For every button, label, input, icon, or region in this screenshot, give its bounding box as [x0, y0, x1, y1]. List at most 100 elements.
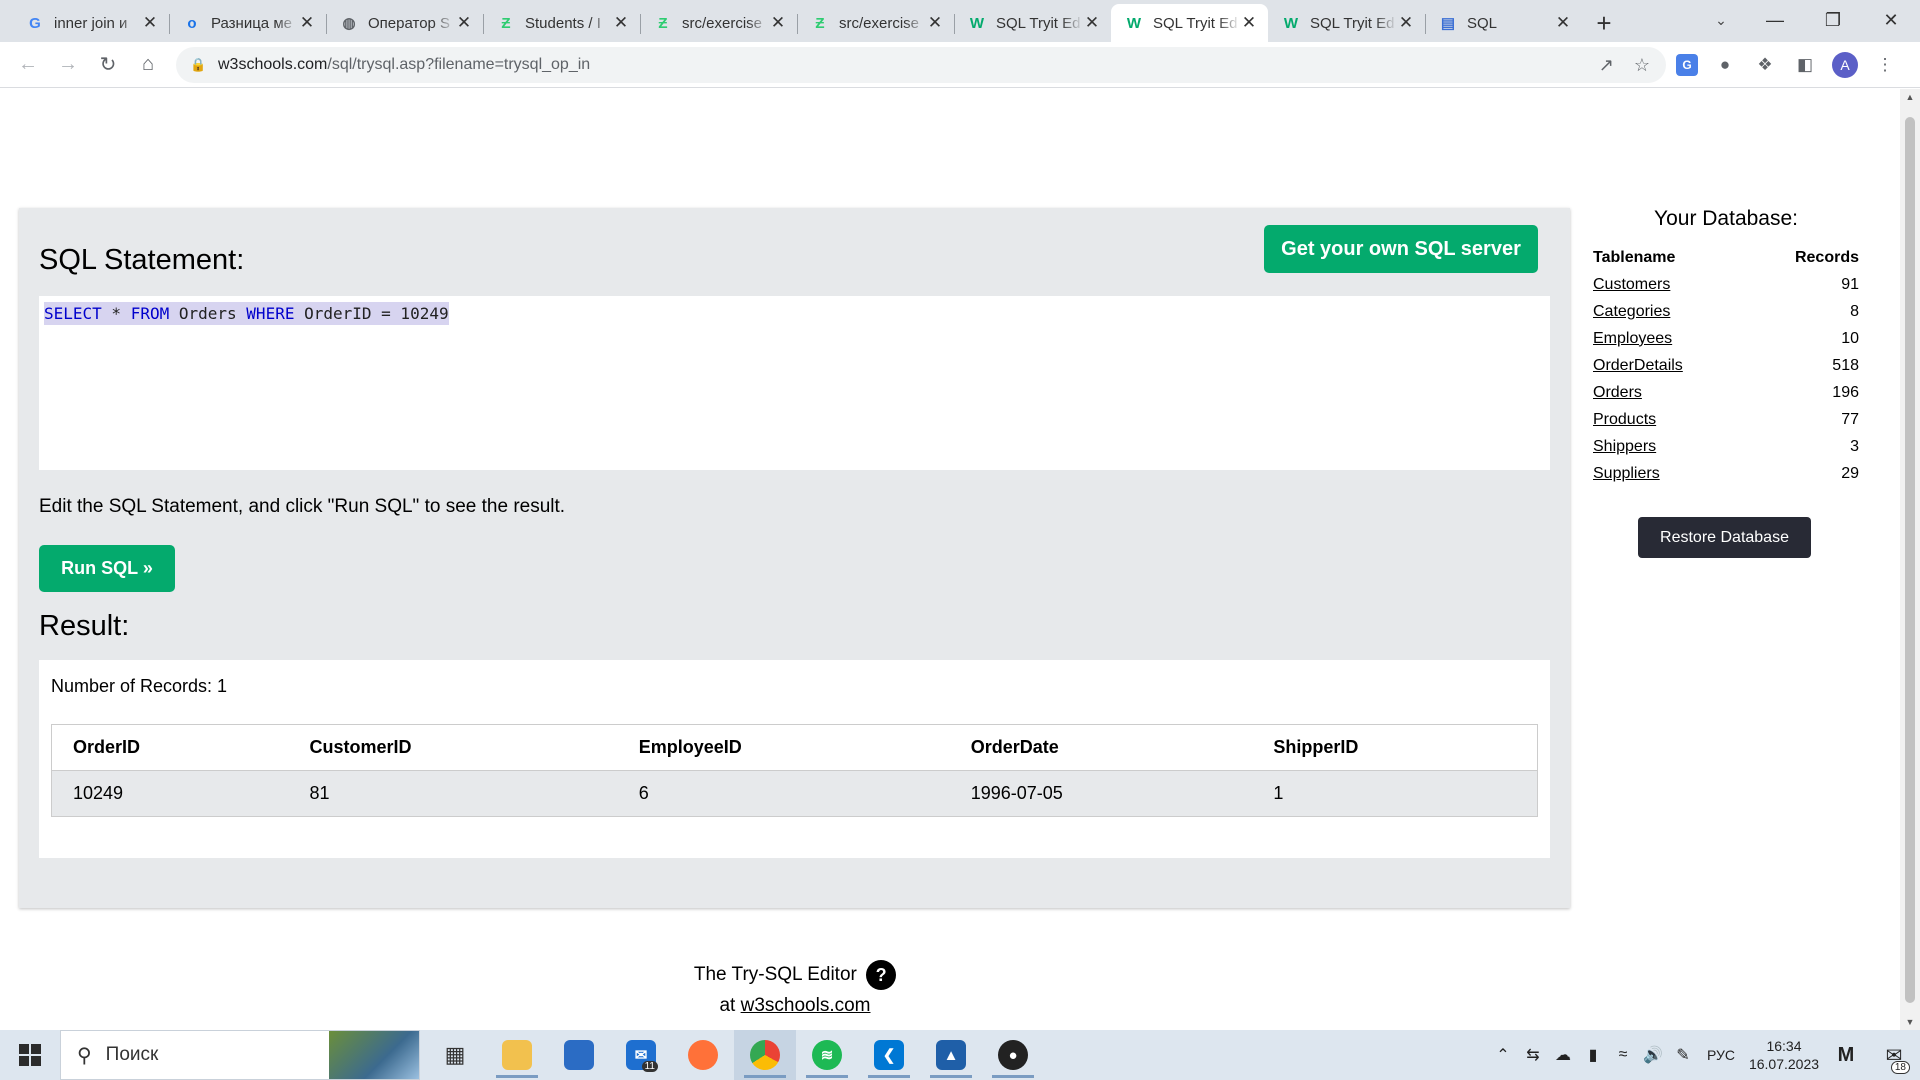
battery-icon[interactable]: ▮ — [1578, 1045, 1608, 1065]
sql-code-editor[interactable]: SELECT * FROM Orders WHERE OrderID = 102… — [39, 296, 1550, 470]
url-path: /sql/trysql.asp?filename=trysql_op_in — [327, 56, 591, 73]
tab-close-icon[interactable]: ✕ — [1240, 13, 1258, 33]
address-bar[interactable]: 🔒 w3schools.com/sql/trysql.asp?filename=… — [176, 47, 1666, 83]
tab-close-icon[interactable]: ✕ — [1083, 13, 1101, 33]
browser-tab[interactable]: W SQL Tryit Ed ✕ — [954, 4, 1111, 42]
w3schools-link[interactable]: w3schools.com — [741, 995, 871, 1016]
browser-tab[interactable]: ◍ Оператор S ✕ — [326, 4, 483, 42]
result-column-header: EmployeeID — [617, 724, 950, 771]
table-link-products[interactable]: Products — [1593, 411, 1656, 428]
forward-button[interactable]: → — [48, 47, 88, 83]
table-link-customers[interactable]: Customers — [1593, 276, 1670, 293]
browser-tab[interactable]: W SQL Tryit Ed ✕ — [1268, 4, 1425, 42]
reload-button[interactable]: ↻ — [88, 47, 128, 83]
close-window-button[interactable]: ✕ — [1862, 0, 1920, 40]
scroll-up-arrow[interactable]: ▲ — [1900, 89, 1920, 105]
tab-search-icon[interactable]: ⌄ — [1705, 6, 1737, 34]
taskbar-explorer[interactable] — [486, 1030, 548, 1080]
browser-toolbar: ← → ↻ ⌂ 🔒 w3schools.com/sql/trysql.asp?f… — [0, 42, 1920, 88]
table-row: Customers 91 — [1593, 271, 1859, 298]
otvet-icon: o — [187, 14, 197, 32]
table-link-categories[interactable]: Categories — [1593, 303, 1670, 320]
tab-close-icon[interactable]: ✕ — [926, 13, 944, 33]
tab-close-icon[interactable]: ✕ — [455, 13, 473, 33]
notification-count: 18 — [1890, 1060, 1910, 1074]
browser-tab[interactable]: W SQL Tryit Ed ✕ — [1111, 4, 1268, 42]
extensions-puzzle-icon[interactable]: ❖ — [1752, 52, 1778, 78]
record-count-cell: 518 — [1832, 356, 1859, 374]
taskbar-spotify[interactable]: ≋ — [796, 1030, 858, 1080]
run-sql-button[interactable]: Run SQL » — [39, 545, 175, 592]
table-link-orderdetails[interactable]: OrderDetails — [1593, 357, 1683, 374]
tab-close-icon[interactable]: ✕ — [298, 13, 316, 33]
browser-tab[interactable]: ▤ SQL ✕ — [1425, 4, 1582, 42]
tab-close-icon[interactable]: ✕ — [141, 13, 159, 33]
taskbar-vscode[interactable]: ❮ — [858, 1030, 920, 1080]
maximize-button[interactable]: ❐ — [1804, 0, 1862, 40]
taskbar-store[interactable] — [548, 1030, 610, 1080]
taskbar-chrome[interactable] — [734, 1030, 796, 1080]
search-icon: ⚲ — [77, 1044, 92, 1067]
google-translate-icon[interactable]: G — [1676, 54, 1698, 76]
table-link-orders[interactable]: Orders — [1593, 384, 1642, 401]
back-button[interactable]: ← — [8, 47, 48, 83]
tray-onedrive-icon[interactable]: ☁ — [1548, 1045, 1578, 1065]
code-text: Orders — [169, 304, 247, 323]
help-icon[interactable]: ? — [866, 959, 897, 990]
profile-avatar[interactable]: A — [1832, 52, 1858, 78]
table-link-employees[interactable]: Employees — [1593, 330, 1672, 347]
restore-database-button[interactable]: Restore Database — [1638, 517, 1811, 558]
menu-dots-icon[interactable]: ⋮ — [1872, 52, 1898, 78]
tab-close-icon[interactable]: ✕ — [612, 13, 630, 33]
extension-mask-icon[interactable]: ● — [1712, 52, 1738, 78]
language-indicator[interactable]: РУС — [1698, 1047, 1744, 1063]
scroll-thumb[interactable] — [1905, 117, 1915, 1003]
minimize-button[interactable]: — — [1746, 0, 1804, 40]
result-cell: 1996-07-05 — [949, 770, 1253, 817]
clock[interactable]: 16:34 16.07.2023 — [1744, 1037, 1824, 1073]
browser-tab[interactable]: Ƶsrc/exercise ✕ — [797, 4, 954, 42]
scroll-down-arrow[interactable]: ▼ — [1900, 1014, 1920, 1030]
notifications-button[interactable]: ✉ 18 — [1868, 1043, 1920, 1074]
share-icon[interactable]: ↗ — [1599, 55, 1614, 76]
browser-tab[interactable]: o Разница ме ✕ — [169, 4, 326, 42]
tray-chevron-icon[interactable]: ⌃ — [1488, 1045, 1518, 1065]
table-row: 10249 81 6 1996-07-05 1 — [51, 770, 1539, 817]
new-tab-button[interactable]: + — [1586, 4, 1622, 42]
table-link-shippers[interactable]: Shippers — [1593, 438, 1656, 455]
tray-sync-icon[interactable]: ⇆ — [1518, 1045, 1548, 1065]
result-table: OrderID CustomerID EmployeeID OrderDate Ship… — [51, 724, 1539, 817]
taskbar-app-chat[interactable]: ● — [982, 1030, 1044, 1080]
result-cell: 6 — [617, 770, 950, 817]
volume-icon[interactable]: 🔊 — [1638, 1045, 1668, 1065]
hexlet-icon: Ƶ — [501, 14, 511, 32]
table-link-suppliers[interactable]: Suppliers — [1593, 465, 1660, 482]
taskbar-mail[interactable]: ✉ 11 — [610, 1030, 672, 1080]
taskbar-photos[interactable]: ▲ — [920, 1030, 982, 1080]
bookmark-star-icon[interactable]: ☆ — [1634, 55, 1650, 76]
task-view-button[interactable]: ▦ — [424, 1030, 486, 1080]
result-column-header: OrderID — [51, 724, 289, 771]
browser-tab[interactable]: Ƶ Students / I ✕ — [483, 4, 640, 42]
taskbar-search[interactable]: ⚲ Поиск — [60, 1030, 420, 1080]
pen-icon[interactable]: ✎ — [1668, 1045, 1698, 1065]
browser-tab[interactable]: Ƶsrc/exercise ✕ — [640, 4, 797, 42]
home-button[interactable]: ⌂ — [128, 47, 168, 83]
table-row: Suppliers 29 — [1593, 460, 1859, 487]
tab-close-icon[interactable]: ✕ — [769, 13, 787, 33]
wifi-icon[interactable]: ≈ — [1608, 1046, 1638, 1064]
sql-editor-panel: SQL Statement: Get your own SQL server S… — [19, 208, 1570, 908]
get-sql-server-button[interactable]: Get your own SQL server — [1264, 225, 1538, 273]
start-button[interactable] — [0, 1030, 60, 1080]
tab-title: SQL Tryit Ed — [996, 14, 1081, 32]
tab-close-icon[interactable]: ✕ — [1554, 13, 1572, 33]
browser-tab[interactable]: Ginner join и ✕ — [12, 4, 169, 42]
window-controls: — ❐ ✕ — [1746, 0, 1920, 40]
result-cell: 81 — [288, 770, 618, 817]
page-scrollbar[interactable]: ▲ ▼ — [1900, 89, 1920, 1030]
tab-close-icon[interactable]: ✕ — [1397, 13, 1415, 33]
taskbar-firefox[interactable] — [672, 1030, 734, 1080]
code-keyword: SELECT — [44, 304, 102, 323]
m-app-icon[interactable]: M — [1824, 1044, 1868, 1067]
side-panel-icon[interactable]: ◧ — [1792, 52, 1818, 78]
